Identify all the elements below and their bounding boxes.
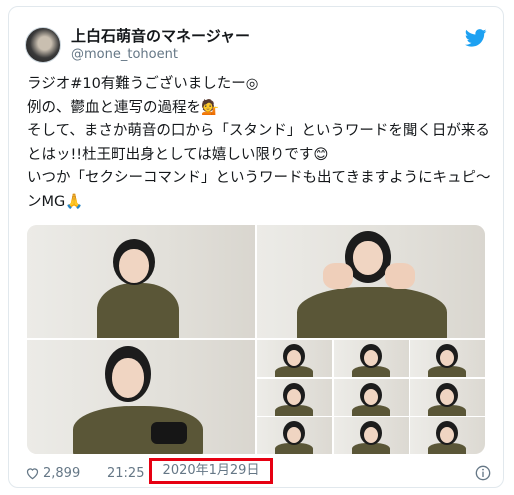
tweet-media-grid[interactable] xyxy=(27,225,485,454)
photo-2[interactable] xyxy=(257,225,485,338)
collage-photo xyxy=(410,378,485,416)
info-icon[interactable] xyxy=(475,465,491,481)
photo-shirt xyxy=(297,287,447,338)
photo-4-collage[interactable] xyxy=(257,340,485,454)
heart-icon[interactable] xyxy=(25,466,40,480)
photo-face xyxy=(119,249,149,283)
tweet-date-highlight[interactable]: 2020年1月29日 xyxy=(149,458,273,484)
tweet-card: 上白石萌音のマネージャー @mone_tohoent ラジオ#10有難うございま… xyxy=(8,6,504,488)
collage-photo xyxy=(257,378,332,416)
tweet-text: ラジオ#10有難うございましたー◎ 例の、鬱血と連写の過程を💁 そして、まさか萌… xyxy=(27,76,491,210)
photo-hand xyxy=(385,263,415,289)
held-object xyxy=(151,422,187,444)
collage-photo xyxy=(333,378,409,416)
collage-photo xyxy=(257,417,332,454)
photo-1[interactable] xyxy=(27,225,255,338)
tweet-time[interactable]: 21:25 xyxy=(107,466,144,481)
tweet-footer: 2,899 21:25 2020年1月29日 xyxy=(25,458,495,485)
collage-photo xyxy=(410,417,485,454)
photo-face xyxy=(112,358,144,398)
photo-hand xyxy=(323,263,353,289)
display-name[interactable]: 上白石萌音のマネージャー xyxy=(71,25,250,46)
collage-photo xyxy=(333,417,409,454)
user-handle[interactable]: @mone_tohoent xyxy=(71,47,178,62)
tweet-date[interactable]: 2020年1月29日 xyxy=(163,463,260,478)
photo-3[interactable] xyxy=(27,340,255,454)
photo-shirt xyxy=(97,283,179,338)
avatar[interactable] xyxy=(25,27,61,63)
collage-photo xyxy=(333,340,409,377)
collage-photo xyxy=(257,340,332,377)
photo-face xyxy=(353,241,383,275)
twitter-bird-icon[interactable] xyxy=(465,29,487,47)
collage-photo xyxy=(410,340,485,377)
like-count[interactable]: 2,899 xyxy=(43,466,80,481)
